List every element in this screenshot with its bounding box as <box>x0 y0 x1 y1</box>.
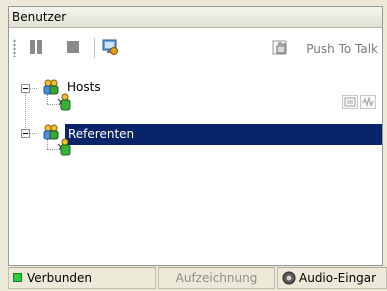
user-tree: Hosts Referenten <box>9 73 382 265</box>
monitor-icon[interactable] <box>101 38 119 56</box>
toolbar-separator <box>94 38 95 58</box>
recording-status-label: Aufzeichnung <box>175 271 258 285</box>
audio-input-status[interactable]: Audio-Eingar <box>277 267 387 289</box>
tree-line <box>47 149 57 150</box>
hand-icon <box>272 39 290 57</box>
tree-line <box>29 88 37 89</box>
pause-icon[interactable] <box>27 38 45 56</box>
tree-node-referenten[interactable]: Referenten <box>68 127 134 141</box>
expander-hosts[interactable] <box>21 84 30 93</box>
push-to-talk-label: Push To Talk <box>306 42 378 56</box>
tree-line <box>25 88 26 128</box>
toolbar-grip[interactable] <box>13 39 16 57</box>
connected-indicator-icon <box>13 273 22 282</box>
user-icon[interactable] <box>57 138 73 159</box>
toolbar: Push To Talk <box>9 28 382 73</box>
user-icon[interactable] <box>57 93 73 114</box>
audio-wave-icon[interactable] <box>360 95 376 109</box>
statusbar: Verbunden Aufzeichnung Audio-Eingar <box>8 267 387 291</box>
panel-header: Benutzer <box>9 7 382 28</box>
stop-icon[interactable] <box>64 38 82 56</box>
expander-referenten[interactable] <box>21 129 30 138</box>
tree-node-hosts[interactable]: Hosts <box>67 80 101 94</box>
tree-line <box>47 104 57 105</box>
tree-line <box>29 133 37 134</box>
push-to-talk-button[interactable]: Push To Talk <box>258 39 378 57</box>
connection-status-label: Verbunden <box>27 271 93 285</box>
recording-status[interactable]: Aufzeichnung <box>158 267 275 289</box>
users-panel: Benutzer Push To Talk Hosts Referenten <box>8 6 383 266</box>
panel-title: Benutzer <box>12 10 67 24</box>
microphone-icon <box>282 271 296 288</box>
audio-input-label: Audio-Eingar <box>299 271 377 285</box>
video-icon[interactable] <box>342 95 358 109</box>
connection-status: Verbunden <box>8 267 156 289</box>
